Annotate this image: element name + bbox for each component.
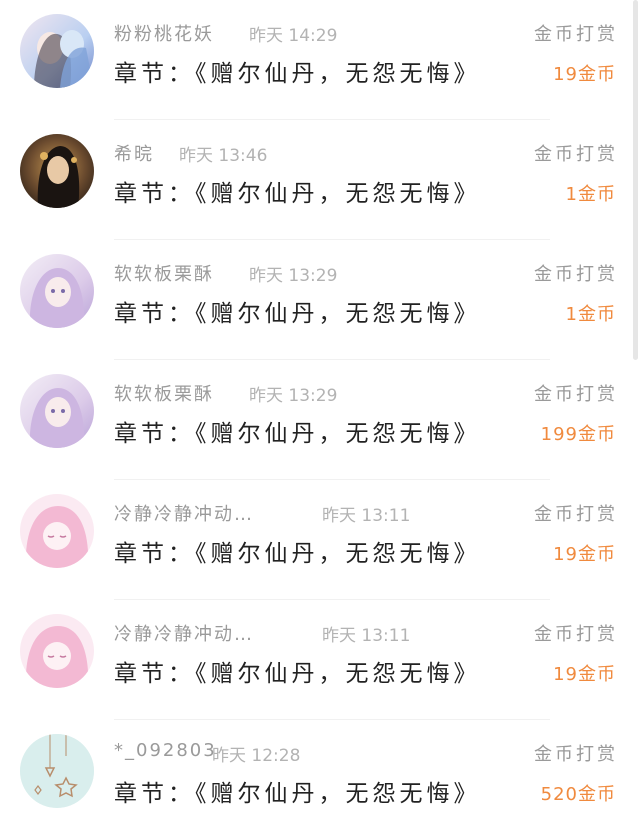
reward-type-label: 金币打赏 (534, 384, 618, 405)
reward-time: 昨天 13:11 (322, 626, 411, 646)
user-avatar[interactable] (20, 734, 94, 808)
reward-type-label: 金币打赏 (534, 264, 618, 285)
coin-amount: 19金币 (553, 664, 616, 685)
avatar-image (20, 374, 94, 448)
reward-record-row[interactable]: *_092803 昨天 12:28 章节：《赠尔仙丹，无怨无悔》 金币打赏 52… (0, 720, 640, 840)
user-name[interactable]: 冷静冷静冲动… (114, 620, 254, 646)
user-avatar[interactable] (20, 134, 94, 208)
reward-record-row[interactable]: 希晥 昨天 13:46 章节：《赠尔仙丹，无怨无悔》 金币打赏 1金币 (0, 120, 640, 240)
chapter-title: 章节：《赠尔仙丹，无怨无悔》 (114, 61, 481, 87)
avatar-image (20, 614, 94, 688)
user-name[interactable]: 冷静冷静冲动… (114, 500, 254, 526)
user-avatar[interactable] (20, 374, 94, 448)
reward-time: 昨天 13:11 (322, 506, 411, 526)
reward-record-list: 粉粉桃花妖 昨天 14:29 章节：《赠尔仙丹，无怨无悔》 金币打赏 19金币 … (0, 0, 640, 833)
reward-type-label: 金币打赏 (534, 624, 618, 645)
avatar-image (20, 494, 94, 568)
chapter-title: 章节：《赠尔仙丹，无怨无悔》 (114, 661, 481, 687)
user-name[interactable]: 希晥 (114, 140, 154, 166)
chapter-title: 章节：《赠尔仙丹，无怨无悔》 (114, 181, 481, 207)
coin-amount: 1金币 (565, 184, 616, 205)
scrollbar[interactable] (633, 0, 638, 360)
reward-time: 昨天 12:28 (212, 746, 301, 766)
reward-type-label: 金币打赏 (534, 744, 618, 765)
reward-record-row[interactable]: 软软板栗酥 昨天 13:29 章节：《赠尔仙丹，无怨无悔》 金币打赏 199金币 (0, 360, 640, 480)
avatar-image (20, 734, 94, 808)
chapter-title: 章节：《赠尔仙丹，无怨无悔》 (114, 301, 481, 327)
reward-record-row[interactable]: 软软板栗酥 昨天 13:29 章节：《赠尔仙丹，无怨无悔》 金币打赏 1金币 (0, 240, 640, 360)
user-avatar[interactable] (20, 254, 94, 328)
reward-time: 昨天 14:29 (249, 26, 338, 46)
chapter-title: 章节：《赠尔仙丹，无怨无悔》 (114, 541, 481, 567)
user-name[interactable]: 软软板栗酥 (114, 380, 214, 406)
user-avatar[interactable] (20, 614, 94, 688)
user-name[interactable]: 粉粉桃花妖 (114, 20, 214, 46)
coin-amount: 520金币 (540, 784, 616, 805)
reward-record-row[interactable]: 粉粉桃花妖 昨天 14:29 章节：《赠尔仙丹，无怨无悔》 金币打赏 19金币 (0, 0, 640, 120)
avatar-image (20, 254, 94, 328)
reward-record-row[interactable]: 冷静冷静冲动… 昨天 13:11 章节：《赠尔仙丹，无怨无悔》 金币打赏 19金… (0, 480, 640, 600)
reward-record-row[interactable]: 冷静冷静冲动… 昨天 13:11 章节：《赠尔仙丹，无怨无悔》 金币打赏 19金… (0, 600, 640, 720)
coin-amount: 1金币 (565, 304, 616, 325)
avatar-image (20, 134, 94, 208)
reward-type-label: 金币打赏 (534, 504, 618, 525)
coin-amount: 199金币 (540, 424, 616, 445)
user-name[interactable]: 软软板栗酥 (114, 260, 214, 286)
reward-type-label: 金币打赏 (534, 24, 618, 45)
reward-time: 昨天 13:29 (249, 266, 338, 286)
chapter-title: 章节：《赠尔仙丹，无怨无悔》 (114, 421, 481, 447)
chapter-title: 章节：《赠尔仙丹，无怨无悔》 (114, 781, 481, 807)
reward-type-label: 金币打赏 (534, 144, 618, 165)
reward-time: 昨天 13:46 (179, 146, 268, 166)
reward-time: 昨天 13:29 (249, 386, 338, 406)
coin-amount: 19金币 (553, 64, 616, 85)
user-avatar[interactable] (20, 494, 94, 568)
user-name[interactable]: *_092803 (114, 740, 217, 761)
user-avatar[interactable] (20, 14, 94, 88)
coin-amount: 19金币 (553, 544, 616, 565)
avatar-image (20, 14, 94, 88)
